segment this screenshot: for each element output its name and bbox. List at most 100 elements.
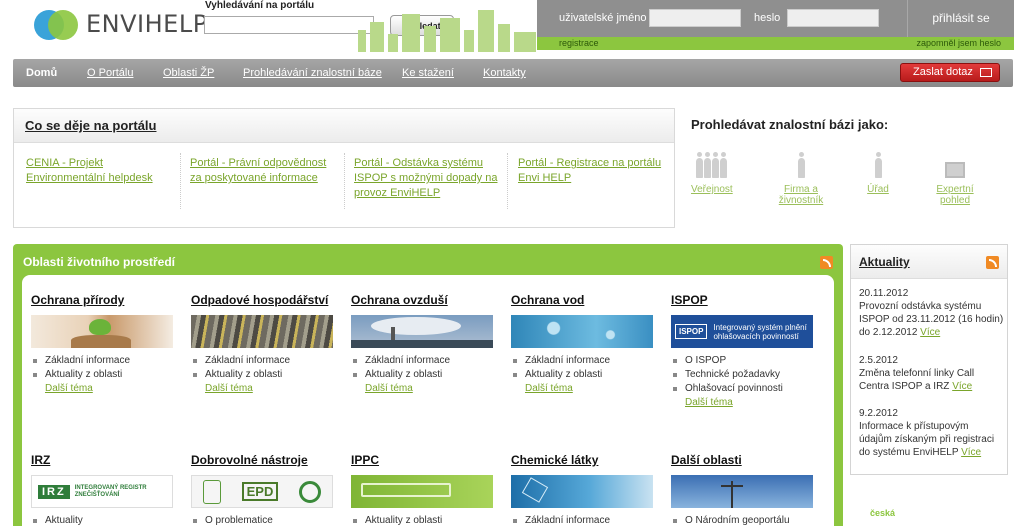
scrap-yard-photo[interactable] [191,315,333,348]
news-more-link[interactable]: Více [952,381,972,392]
nav-contacts[interactable]: Kontakty [483,67,526,79]
ippc-banner[interactable] [351,475,493,508]
tile-link[interactable]: Základní informace [513,514,653,526]
tile-link[interactable]: O problematice [193,514,333,526]
login-button[interactable]: přihlásit se [907,0,1014,37]
area-tile-water: Ochrana vod Základní informace Aktuality… [511,293,653,396]
news-link-3[interactable]: Portál - Odstávka systému ISPOP s možným… [354,156,499,201]
area-title[interactable]: Dobrovolné nástroje [191,453,333,467]
area-title[interactable]: Další oblasti [671,453,813,467]
ispop-banner-text: Integrovaný systém plnění ohlašovacích p… [713,322,807,341]
news-link-1[interactable]: CENIA - Projekt Environmentální helpdesk [26,156,176,186]
nav-about[interactable]: O Portálu [87,67,133,79]
chemistry-photo[interactable] [511,475,653,508]
news-link-4[interactable]: Portál - Registrace na portálu Envi HELP [518,156,663,186]
nav-home[interactable]: Domů [26,67,57,79]
username-field[interactable] [649,9,741,27]
area-tile-air: Ochrana ovzduší Základní informace Aktua… [351,293,493,396]
kb-office-label: Úřad [867,184,889,195]
tile-link[interactable]: Aktuality z oblasti [193,368,333,382]
area-title[interactable]: Ochrana přírody [31,293,173,307]
area-tile-nature: Ochrana přírody Základní informace Aktua… [31,293,173,396]
area-tile-ispop: ISPOP ISPOP Integrovaný systém plnění oh… [671,293,813,410]
tile-link[interactable]: O Národním geoportálu [673,514,813,526]
area-title[interactable]: IPPC [351,453,493,467]
kb-office[interactable]: Úřad [866,152,890,195]
tile-link[interactable]: Aktuality z oblasti [353,368,493,382]
ecolabel-icon [202,479,221,504]
environment-areas-title: Oblasti životního prostředí [23,255,176,269]
tile-link[interactable]: Aktuality [33,514,173,526]
news-date: 9.2.2012 [859,408,898,419]
header: ENVIHELP Vyhledávání na portálu Vyhledat… [0,0,1024,56]
partner-logo[interactable]: česká [870,508,895,518]
envihelp-logo[interactable]: ENVIHELP [34,8,208,40]
tile-more-link[interactable]: Další téma [511,382,653,396]
irz-badge: IRZ [38,484,70,499]
tile-link[interactable]: Základní informace [353,354,493,368]
area-title[interactable]: Ochrana vod [511,293,653,307]
portal-news-title[interactable]: Co se děje na portálu [14,109,674,143]
ispop-badge: ISPOP [675,324,708,339]
knowledge-base-title: Prohledávat znalostní bázi jako: [691,117,889,132]
envelope-icon [980,68,992,77]
send-question-button[interactable]: Zaslat dotaz [900,63,1000,82]
official-icon [866,152,890,178]
tile-link[interactable]: Základní informace [513,354,653,368]
username-label: uživatelské jméno [559,12,647,24]
kb-business[interactable]: Firma a živnostník [762,152,840,206]
news-divider [507,153,508,209]
tile-more-link[interactable]: Další téma [351,382,493,396]
tile-more-link[interactable]: Další téma [31,382,173,396]
send-question-label: Zaslat dotaz [913,66,973,78]
water-drops-photo[interactable] [511,315,653,348]
leaf-logo-icon [34,8,80,40]
area-title[interactable]: ISPOP [671,293,813,307]
news-link-2[interactable]: Portál - Právní odpovědnost za poskytova… [190,156,340,186]
nav-downloads[interactable]: Ke stažení [402,67,454,79]
tile-link[interactable]: Aktuality z oblasti [33,368,173,382]
tile-link[interactable]: Základní informace [33,354,173,368]
rss-icon[interactable] [986,256,999,269]
login-links: registrace zapomněl jsem heslo [537,37,1014,50]
epd-badge: EPD [241,482,279,501]
area-title[interactable]: Ochrana ovzduší [351,293,493,307]
register-link[interactable]: registrace [559,37,599,50]
portal-news-box: Co se děje na portálu CENIA - Projekt En… [13,108,675,228]
news-date: 20.11.2012 [859,288,909,299]
area-title[interactable]: Chemické látky [511,453,653,467]
emas-icon [299,480,322,503]
tile-link[interactable]: Aktuality z oblasti [513,368,653,382]
ispop-banner[interactable]: ISPOP Integrovaný systém plnění ohlašova… [671,315,813,348]
kb-public[interactable]: Veřejnost [691,152,733,195]
kb-expert[interactable]: Expertní pohled [922,156,988,206]
area-title[interactable]: IRZ [31,453,173,467]
area-tile-irz: IRZ IRZ INTEGROVANÝ REGISTR ZNEČIŠŤOVÁNÍ… [31,453,173,526]
tile-link[interactable]: Základní informace [193,354,333,368]
tile-link[interactable]: O ISPOP [673,354,813,368]
nav-areas[interactable]: Oblasti ŽP [163,67,214,79]
epd-logos-banner[interactable]: EPD [191,475,333,508]
rss-icon[interactable] [820,256,833,269]
news-more-link[interactable]: Více [961,447,981,458]
password-field[interactable] [787,9,879,27]
news-item: 9.2.2012 Informace k přístupovým údajům … [859,407,1004,459]
tile-link[interactable]: Technické požadavky [673,368,813,382]
news-sidebar-title[interactable]: Aktuality [851,245,1007,279]
news-date: 2.5.2012 [859,355,898,366]
nav-knowledge-base[interactable]: Prohledávání znalostní báze [243,67,382,79]
tile-link[interactable]: Aktuality z oblasti [353,514,493,526]
weather-station-photo[interactable] [671,475,813,508]
irz-banner[interactable]: IRZ INTEGROVANÝ REGISTR ZNEČIŠŤOVÁNÍ [31,475,173,508]
area-tile-chemicals: Chemické látky Základní informace [511,453,653,526]
forgot-password-link[interactable]: zapomněl jsem heslo [916,37,1001,50]
factory-smoke-photo[interactable] [351,315,493,348]
news-item: 20.11.2012 Provozní odstávka systému ISP… [859,287,1004,339]
tile-link[interactable]: Ohlašovací povinnosti [673,382,813,396]
news-more-link[interactable]: Více [920,327,940,338]
tile-more-link[interactable]: Další téma [671,396,813,410]
seedling-photo[interactable] [31,315,173,348]
area-title[interactable]: Odpadové hospodářství [191,293,333,307]
city-skyline-illustration [330,0,540,52]
tile-more-link[interactable]: Další téma [191,382,333,396]
